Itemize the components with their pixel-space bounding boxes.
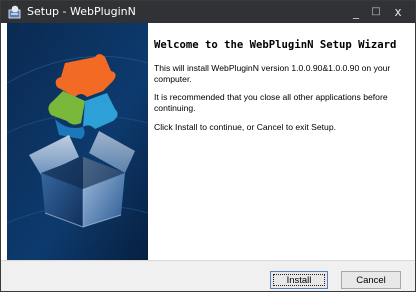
window-title: Setup - WebPluginN	[27, 5, 136, 18]
installer-app-icon	[8, 5, 21, 19]
minimize-button[interactable]: _	[347, 3, 365, 21]
cancel-button[interactable]: Cancel	[341, 271, 401, 289]
title-bar[interactable]: Setup - WebPluginN _ □ x	[1, 1, 415, 23]
maximize-button[interactable]: □	[367, 3, 385, 21]
install-info-text: This will install WebPluginN version 1.0…	[154, 63, 391, 84]
close-apps-text: It is recommended that you close all oth…	[154, 92, 388, 113]
wizard-banner	[7, 23, 148, 260]
open-box-puzzle-image	[7, 23, 148, 260]
welcome-heading: Welcome to the WebPluginN Setup Wizard	[154, 39, 397, 51]
setup-window: Setup - WebPluginN _ □ x Welcome to the …	[0, 0, 416, 292]
button-bar: Install Cancel	[1, 260, 415, 291]
install-button[interactable]: Install	[270, 271, 328, 289]
welcome-panel: Welcome to the WebPluginN Setup Wizard T…	[148, 23, 415, 260]
close-button[interactable]: x	[389, 3, 407, 21]
continue-instructions-text: Click Install to continue, or Cancel to …	[154, 122, 336, 132]
